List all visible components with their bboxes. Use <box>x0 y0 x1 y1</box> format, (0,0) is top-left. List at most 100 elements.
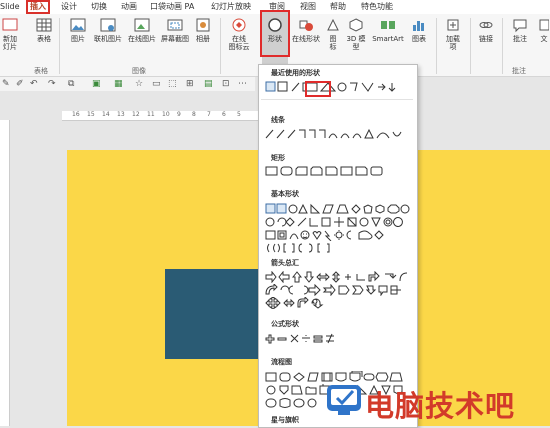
tab-design[interactable]: 设计 <box>61 0 77 14</box>
icon-cloud-label: 在线 图标云 <box>228 35 250 51</box>
tab-animations[interactable]: 动画 <box>121 0 137 14</box>
shape-row-arrows-3[interactable] <box>265 297 411 309</box>
new-slide-button[interactable]: 新加 灯片 <box>0 17 20 51</box>
online-image-button[interactable]: 在线图片 <box>126 17 158 43</box>
comment-label: 批注 <box>513 35 527 43</box>
ruler-tick: 9 <box>177 111 181 118</box>
ruler-tick: 6 <box>222 111 226 118</box>
arrange-icon[interactable]: ⊡ <box>222 79 230 89</box>
3d-model-button[interactable]: 3D 模 型 <box>344 17 368 51</box>
pen-icon[interactable]: ✎ <box>2 79 10 89</box>
online-shape-label: 在线形状 <box>292 35 320 43</box>
album-button[interactable]: 相册 <box>193 17 213 43</box>
grid-icon[interactable]: ⊞ <box>186 79 194 89</box>
ruler-tick: 12 <box>132 111 140 118</box>
shape-row-lines[interactable] <box>265 128 411 140</box>
section-stars-banners: 星与旗帜 <box>271 416 299 424</box>
comment-button[interactable]: 批注 <box>508 17 532 43</box>
comment-icon <box>512 17 528 33</box>
shape-row-basic-4[interactable] <box>265 242 411 254</box>
shape-row-recent[interactable] <box>265 81 411 93</box>
screenshot-button[interactable]: 屏幕截图 <box>159 17 191 43</box>
ruler-tick: 16 <box>72 111 80 118</box>
tab-help[interactable]: 帮助 <box>330 0 346 14</box>
group-label-table: 表格 <box>34 67 48 75</box>
3d-model-icon <box>348 17 364 33</box>
icons-icon <box>325 17 341 33</box>
group-label-image: 图像 <box>132 67 146 75</box>
shape-dropdown: 最近使用的形状 线条 矩形 基本形状 箭头总汇 公式形状 流程图 星与旗帜 <box>258 64 418 428</box>
rectangle-shape[interactable] <box>165 269 260 359</box>
online-picture-button[interactable]: 联机图片 <box>92 17 124 43</box>
shape-row-arrows-1[interactable] <box>265 271 411 283</box>
tab-view[interactable]: 视图 <box>300 0 316 14</box>
watermark: 电脑技术吧 <box>325 376 550 426</box>
star-icon[interactable]: ☆ <box>135 79 143 89</box>
album-label: 相册 <box>196 35 210 43</box>
ruler-tick: 13 <box>117 111 125 118</box>
align-icon[interactable]: ▤ <box>204 79 213 89</box>
shape-row-equations[interactable] <box>265 333 411 345</box>
picture-icon <box>70 17 86 33</box>
tab-slide[interactable]: Slide <box>0 0 20 14</box>
addin-button[interactable]: 加载 项 <box>442 17 464 51</box>
online-image-icon <box>134 17 150 33</box>
screenshot-icon <box>167 17 183 33</box>
redo-icon[interactable]: ↷ <box>48 79 56 89</box>
tab-pocket-animation[interactable]: 口袋动画 PA <box>150 0 194 14</box>
text-label: 文 <box>540 35 548 43</box>
undo-icon[interactable]: ↶ <box>30 79 38 89</box>
picture-button[interactable]: 图片 <box>66 17 90 43</box>
brush-icon[interactable]: ✐ <box>16 79 24 89</box>
screenshot-tool-icon[interactable]: ⧉ <box>68 79 74 89</box>
online-image-label: 在线图片 <box>128 35 156 43</box>
more-icon[interactable]: ⋯ <box>238 79 247 89</box>
addin-icon <box>445 17 461 33</box>
online-shape-icon <box>298 17 314 33</box>
online-picture-icon <box>100 17 116 33</box>
text-icon <box>539 17 550 33</box>
ruler-tick: 7 <box>207 111 211 118</box>
image-tool-icon[interactable]: ▭ <box>152 79 161 89</box>
tab-slideshow[interactable]: 幻灯片放映 <box>211 0 251 14</box>
icon-cloud-button[interactable]: 在线 图标云 <box>226 17 252 51</box>
quick-access-toolbar: ✎ ✐ ↶ ↷ ⧉ ▣ ▦ ☆ ▭ ⬚ ⊞ ▤ ⊡ ⋯ <box>0 77 255 91</box>
shape-row-rectangles[interactable] <box>265 165 411 177</box>
chart-label: 图表 <box>412 35 426 43</box>
text-button[interactable]: 文 <box>538 17 550 43</box>
tab-features[interactable]: 特色功能 <box>361 0 393 14</box>
section-arrows: 箭头总汇 <box>271 259 299 267</box>
tab-insert[interactable]: 插入 <box>26 0 50 14</box>
ribbon-separator <box>59 18 60 74</box>
tab-transitions[interactable]: 切换 <box>91 0 107 14</box>
table-tool-icon[interactable]: ▦ <box>114 79 123 89</box>
table-label: 表格 <box>37 35 51 43</box>
select-icon[interactable]: ⬚ <box>168 79 177 89</box>
smartart-button[interactable]: SmartArt <box>369 17 407 43</box>
shape-row-basic-1[interactable] <box>265 203 411 215</box>
link-button[interactable]: 链接 <box>475 17 497 43</box>
section-flowchart: 流程图 <box>271 358 292 366</box>
table-icon <box>36 17 52 33</box>
table-button[interactable]: 表格 <box>32 17 56 43</box>
online-shape-button[interactable]: 在线形状 <box>290 17 322 43</box>
chart-button[interactable]: 图表 <box>409 17 429 43</box>
icons-button[interactable]: 图 标 <box>324 17 342 51</box>
vertical-ruler <box>0 120 10 426</box>
new-slide-icon <box>2 17 18 33</box>
ruler-tick: 15 <box>87 111 95 118</box>
shape-row-basic-2[interactable] <box>265 216 411 228</box>
menu-divider <box>261 99 413 100</box>
online-picture-label: 联机图片 <box>94 35 122 43</box>
section-recent-shapes: 最近使用的形状 <box>271 69 320 77</box>
smartart-label: SmartArt <box>372 35 404 43</box>
shape-row-basic-3[interactable] <box>265 229 411 241</box>
shape-row-arrows-2[interactable] <box>265 284 411 296</box>
green-shape-icon[interactable]: ▣ <box>92 79 101 89</box>
ruler-tick: 8 <box>192 111 196 118</box>
ruler-tick: 14 <box>102 111 110 118</box>
section-basic-shapes: 基本形状 <box>271 190 299 198</box>
new-slide-label: 新加 灯片 <box>3 35 17 51</box>
section-lines: 线条 <box>271 116 285 124</box>
shape-button-highlight <box>260 10 290 57</box>
